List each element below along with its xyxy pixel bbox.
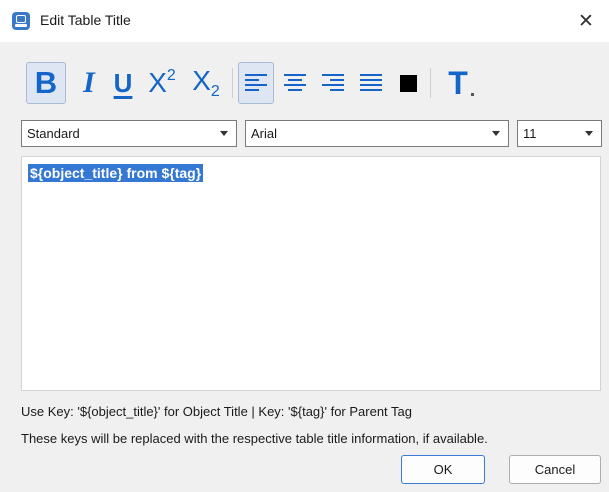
superscript-button[interactable]: X2 bbox=[140, 62, 184, 104]
text-style-icon: T bbox=[448, 65, 474, 102]
cancel-button[interactable]: Cancel bbox=[509, 455, 601, 484]
superscript-icon: X2 bbox=[148, 67, 176, 98]
selected-title-text: ${object_title} from ${tag} bbox=[28, 164, 204, 182]
underline-icon: U bbox=[113, 67, 133, 98]
align-right-icon bbox=[322, 74, 344, 92]
text-color-button[interactable] bbox=[392, 62, 424, 104]
subscript-icon: X2 bbox=[192, 65, 220, 100]
justify-icon bbox=[360, 74, 382, 92]
key-usage-hint: Use Key: '${object_title}' for Object Ti… bbox=[21, 404, 413, 419]
align-right-button[interactable] bbox=[316, 62, 350, 104]
toolbar-separator bbox=[232, 68, 233, 98]
justify-button[interactable] bbox=[354, 62, 388, 104]
font-select-value: Arial bbox=[251, 126, 278, 141]
close-icon: ✕ bbox=[578, 10, 594, 32]
toolbar-separator bbox=[430, 68, 431, 98]
replacement-note: These keys will be replaced with the res… bbox=[21, 431, 488, 446]
font-select[interactable]: Arial bbox=[245, 120, 509, 147]
italic-button[interactable]: I bbox=[72, 62, 106, 104]
font-style-button[interactable]: T bbox=[438, 62, 478, 104]
align-center-icon bbox=[284, 74, 306, 92]
align-left-icon bbox=[245, 74, 267, 92]
align-left-button[interactable] bbox=[238, 62, 274, 104]
ok-button[interactable]: OK bbox=[401, 455, 485, 484]
underline-button[interactable]: U bbox=[108, 62, 138, 104]
bold-button[interactable]: B bbox=[26, 62, 66, 104]
align-center-button[interactable] bbox=[278, 62, 312, 104]
bold-icon: B bbox=[34, 65, 58, 100]
style-select[interactable]: Standard bbox=[21, 120, 237, 147]
title-editor[interactable]: ${object_title} from ${tag} bbox=[21, 156, 601, 391]
dialog-title: Edit Table Title bbox=[40, 12, 131, 28]
text-color-swatch bbox=[399, 74, 417, 92]
style-select-value: Standard bbox=[27, 126, 80, 141]
app-icon bbox=[12, 12, 30, 30]
font-size-select[interactable]: 11 bbox=[517, 120, 602, 147]
italic-icon: I bbox=[83, 66, 95, 99]
edit-table-title-dialog: Edit Table Title ✕ B I U X2 X2 T Standar… bbox=[0, 0, 609, 492]
title-bar: Edit Table Title ✕ bbox=[0, 0, 609, 42]
chevron-down-icon bbox=[492, 131, 500, 136]
subscript-button[interactable]: X2 bbox=[184, 62, 228, 104]
chevron-down-icon bbox=[585, 131, 593, 136]
formatting-toolbar: B I U X2 X2 T bbox=[20, 62, 500, 116]
chevron-down-icon bbox=[220, 131, 228, 136]
font-size-value: 11 bbox=[523, 126, 537, 141]
close-button[interactable]: ✕ bbox=[563, 0, 609, 42]
